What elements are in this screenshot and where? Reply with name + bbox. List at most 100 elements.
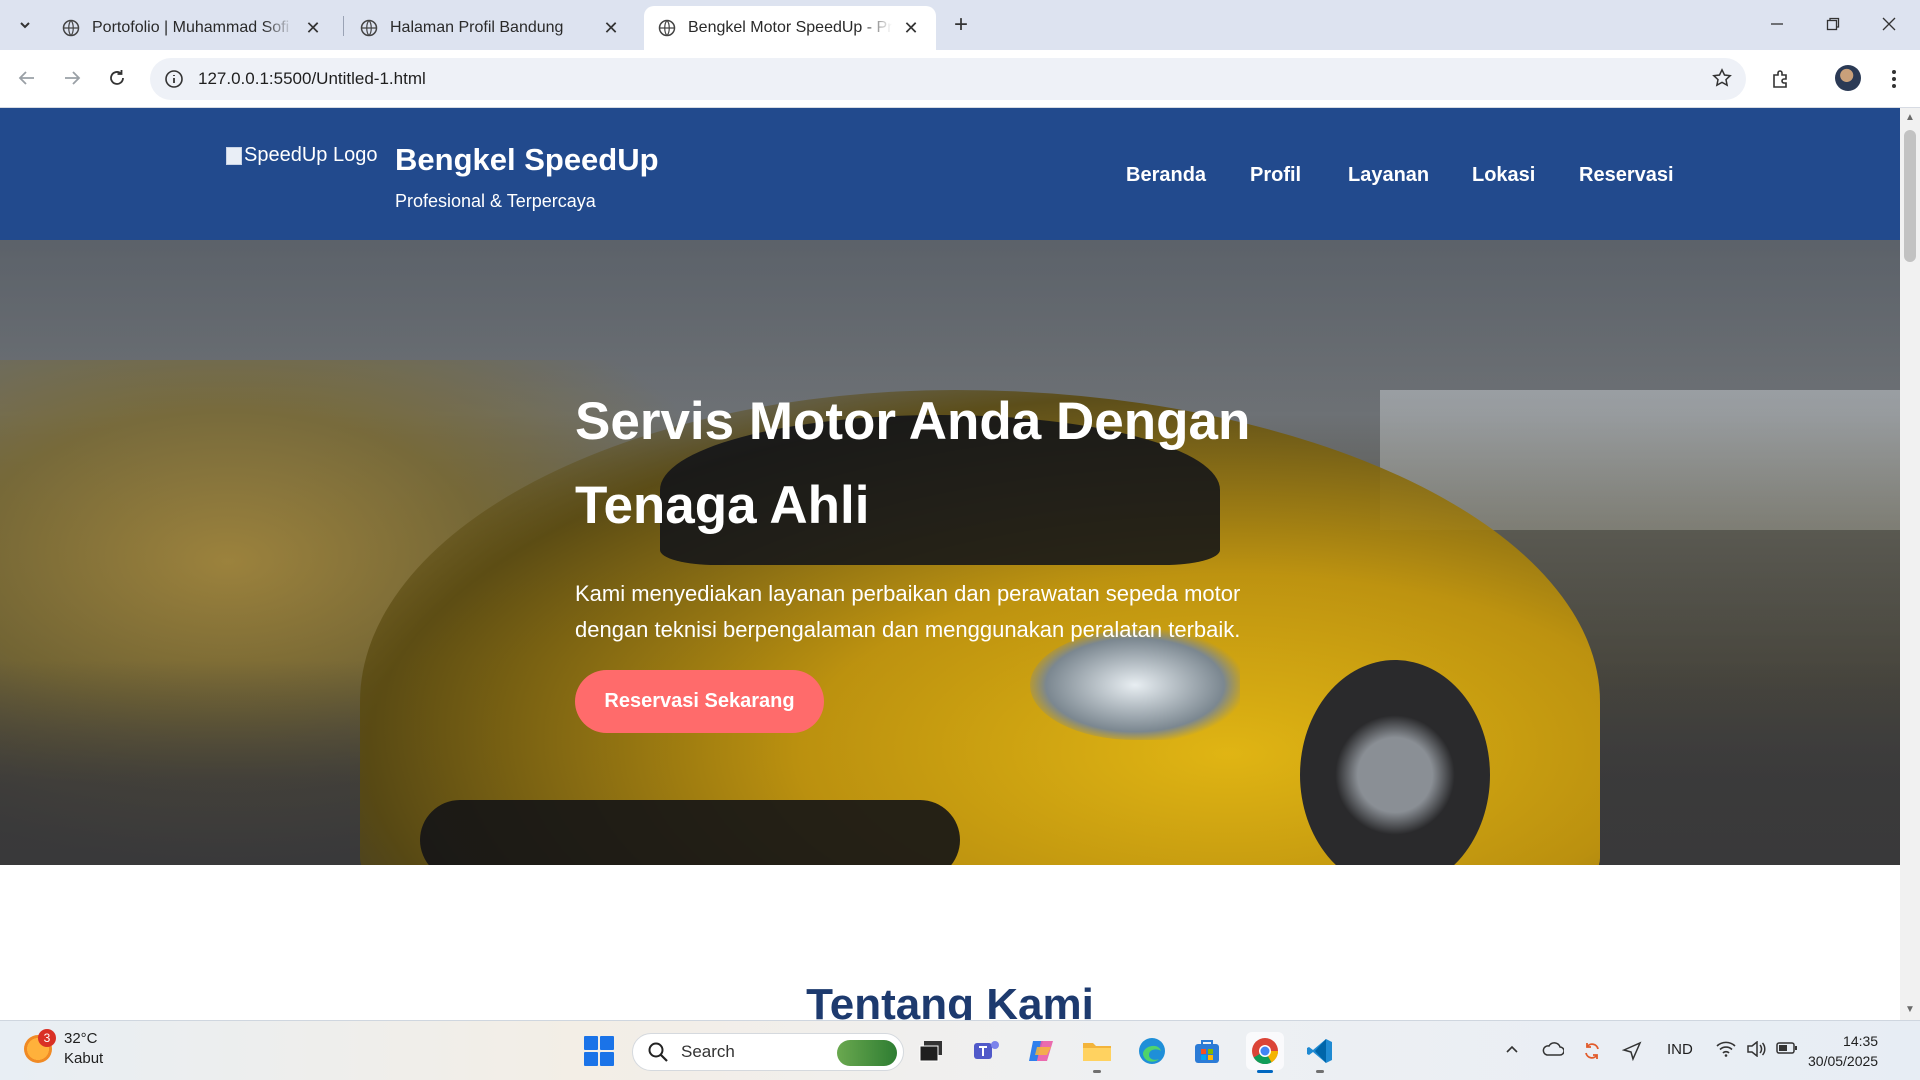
- globe-icon: [360, 19, 378, 37]
- sync-icon[interactable]: [1582, 1041, 1602, 1065]
- onedrive-icon[interactable]: [1542, 1041, 1565, 1061]
- nav-beranda[interactable]: Beranda: [1126, 164, 1206, 187]
- back-button[interactable]: [10, 61, 44, 95]
- hero-title: Servis Motor Anda Dengan Tenaga Ahli: [575, 380, 1335, 548]
- nav-lokasi[interactable]: Lokasi: [1472, 164, 1535, 187]
- input-language[interactable]: IND: [1667, 1041, 1693, 1058]
- vscode-icon[interactable]: [1301, 1032, 1339, 1073]
- url-text[interactable]: 127.0.0.1:5500/Untitled-1.html: [198, 69, 426, 89]
- windows-taskbar: 3 32°C Kabut Search IND 14:35 30/05/2025: [0, 1020, 1920, 1080]
- task-view-glyph: [919, 1041, 942, 1062]
- folder-glyph: [1083, 1043, 1111, 1061]
- close-window-button[interactable]: [1866, 8, 1912, 40]
- tab-search-button[interactable]: [9, 9, 41, 41]
- start-icon[interactable]: [584, 1036, 614, 1066]
- start-tile: [600, 1036, 614, 1050]
- chevron-up-icon: [1506, 1045, 1518, 1053]
- system-clock[interactable]: 14:35 30/05/2025: [1808, 1031, 1878, 1071]
- task-view-icon[interactable]: [913, 1032, 951, 1070]
- scroll-down-arrow-icon[interactable]: ▼: [1904, 1004, 1916, 1016]
- taskbar-search[interactable]: Search: [632, 1033, 904, 1071]
- weather-condition: Kabut: [64, 1050, 104, 1067]
- search-icon: [648, 1042, 668, 1062]
- volume-icon[interactable]: [1746, 1040, 1766, 1061]
- puzzle-icon: [1773, 70, 1787, 88]
- arrow-left-icon: [18, 71, 34, 85]
- battery-glyph: [1776, 1042, 1797, 1054]
- brand-tagline: Profesional & Terpercaya: [395, 191, 596, 211]
- copilot-icon[interactable]: [1023, 1032, 1061, 1070]
- restore-button[interactable]: [1810, 8, 1856, 40]
- wifi-icon[interactable]: [1716, 1041, 1736, 1061]
- site-logo[interactable]: SpeedUp Logo: [226, 144, 377, 167]
- start-tile: [600, 1052, 614, 1066]
- globe-icon: [62, 19, 80, 37]
- minimize-button[interactable]: [1754, 8, 1800, 40]
- profile-avatar[interactable]: [1835, 65, 1861, 91]
- scroll-up-arrow-icon[interactable]: ▲: [1904, 112, 1916, 124]
- arrow-right-icon: [65, 71, 81, 85]
- tab-title: Portofolio | Muhammad Sofi Da: [92, 19, 294, 36]
- nav-profil[interactable]: Profil: [1250, 164, 1301, 187]
- sync-glyph: [1585, 1043, 1599, 1059]
- tab-profil-bandung[interactable]: Halaman Profil Bandung ✕: [346, 6, 636, 50]
- weather-sun-icon: 3: [24, 1029, 56, 1063]
- hero-title-line2: Tenaga Ahli: [575, 476, 870, 535]
- bookmark-star-icon[interactable]: [1712, 68, 1732, 88]
- new-tab-button[interactable]: +: [948, 11, 974, 38]
- weather-temp: 32°C: [64, 1030, 98, 1047]
- weather-text: 32°C Kabut: [64, 1029, 103, 1069]
- teams-icon[interactable]: [968, 1032, 1006, 1070]
- weather-widget[interactable]: 3 32°C Kabut: [24, 1029, 103, 1069]
- close-tab-icon[interactable]: ✕: [900, 17, 922, 39]
- close-tab-icon[interactable]: ✕: [600, 17, 622, 39]
- running-indicator: [1093, 1070, 1101, 1073]
- minimize-icon: [1771, 23, 1783, 25]
- active-indicator: [1257, 1070, 1273, 1073]
- extensions-button[interactable]: [1767, 65, 1795, 93]
- browser-toolbar: 127.0.0.1:5500/Untitled-1.html: [0, 50, 1920, 108]
- page-scrollbar[interactable]: ▲ ▼: [1900, 108, 1920, 1020]
- cloud-glyph: [1542, 1042, 1565, 1056]
- chrome-icon[interactable]: [1246, 1032, 1284, 1073]
- tab-speedup[interactable]: Bengkel Motor SpeedUp - Profe ✕: [644, 6, 936, 50]
- store-icon[interactable]: [1188, 1032, 1226, 1070]
- tab-portfolio[interactable]: Portofolio | Muhammad Sofi Da ✕: [48, 6, 338, 50]
- wifi-glyph: [1716, 1041, 1736, 1057]
- hero-content: Servis Motor Anda Dengan Tenaga Ahli Kam…: [575, 380, 1335, 648]
- battery-icon[interactable]: [1776, 1041, 1798, 1059]
- edge-icon[interactable]: [1133, 1032, 1171, 1070]
- site-info-icon[interactable]: [164, 69, 184, 89]
- forward-button[interactable]: [55, 61, 89, 95]
- chrome-glyph: [1252, 1038, 1279, 1065]
- scrollbar-thumb[interactable]: [1904, 130, 1916, 262]
- page-viewport: SpeedUp Logo Bengkel SpeedUp Profesional…: [0, 108, 1900, 1020]
- hero-desc-line1: Kami menyediakan layanan perbaikan dan p…: [575, 581, 1241, 606]
- globe-icon: [658, 19, 676, 37]
- close-tab-icon[interactable]: ✕: [302, 17, 324, 39]
- hero-car-grille: [420, 800, 960, 865]
- search-label: Search: [681, 1042, 735, 1061]
- tab-strip: Portofolio | Muhammad Sofi Da ✕ Halaman …: [0, 0, 1920, 50]
- start-tile: [584, 1052, 598, 1066]
- nav-layanan[interactable]: Layanan: [1348, 164, 1429, 187]
- broken-image-icon: [226, 146, 242, 165]
- restore-icon: [1826, 17, 1840, 31]
- reservasi-sekarang-button[interactable]: Reservasi Sekarang: [575, 670, 824, 733]
- more-vertical-icon: [1892, 70, 1896, 88]
- reload-button[interactable]: [100, 61, 134, 95]
- tab-title: Halaman Profil Bandung: [390, 19, 564, 36]
- hero-title-line1: Servis Motor Anda Dengan: [575, 392, 1251, 451]
- location-icon[interactable]: [1621, 1041, 1642, 1065]
- show-hidden-icons-button[interactable]: [1504, 1041, 1520, 1061]
- address-bar[interactable]: 127.0.0.1:5500/Untitled-1.html: [150, 58, 1746, 100]
- logo-alt-text: SpeedUp Logo: [244, 144, 378, 166]
- file-explorer-icon[interactable]: [1078, 1032, 1116, 1073]
- tab-divider: [343, 16, 344, 36]
- nav-reservasi[interactable]: Reservasi: [1579, 164, 1674, 187]
- reload-icon: [110, 70, 124, 85]
- teams-glyph: [974, 1041, 999, 1059]
- browser-menu-button[interactable]: [1880, 65, 1908, 93]
- clock-date: 30/05/2025: [1808, 1053, 1879, 1069]
- site-header: SpeedUp Logo Bengkel SpeedUp Profesional…: [0, 108, 1900, 240]
